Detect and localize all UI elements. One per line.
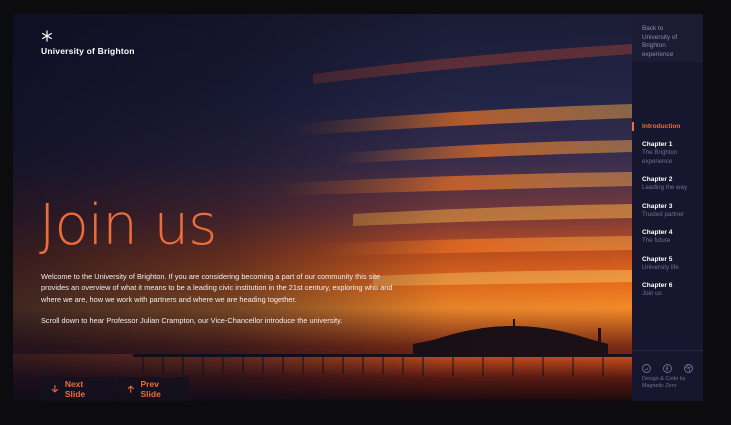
- intro-paragraph: Welcome to the University of Brighton. I…: [41, 272, 393, 304]
- social-footer: Design & Code by Magnetic Zero: [632, 350, 703, 401]
- back-link[interactable]: Back to University of Brighton experienc…: [632, 14, 703, 62]
- nav-chapter-subtitle: The future: [642, 237, 671, 244]
- page-title: Join us: [39, 193, 217, 258]
- nav-chapter-label: Chapter 1: [642, 141, 673, 148]
- nav-chapter-label: Chapter 5: [642, 255, 673, 263]
- brand-name: University of Brighton: [41, 46, 135, 56]
- intro-paragraph: Scroll down to hear Professor Julian Cra…: [41, 316, 343, 326]
- nav-chapter-subtitle: Leading the way: [642, 184, 688, 191]
- nav-chapter-subtitle: University life: [642, 263, 679, 271]
- nav-chapter-label: Chapter 3: [642, 202, 673, 210]
- nav-item-chapter-4[interactable]: Chapter 4 The future: [632, 228, 703, 246]
- nav-chapter-subtitle: Trusted partner: [642, 210, 685, 218]
- nav-item-chapter-1[interactable]: Chapter 1 The Brighton experience: [632, 140, 703, 166]
- university-logo[interactable]: University of Brighton: [41, 30, 135, 56]
- nav-chapter-subtitle: Join us: [642, 290, 662, 297]
- page-frame: University of Brighton Join us Welcome t…: [13, 14, 703, 401]
- nav-chapter-label: Chapter 6: [642, 282, 673, 289]
- nav-chapter-label: Chapter 4: [642, 229, 673, 236]
- social-icons: [632, 360, 703, 373]
- nav-chapter-label: Chapter 2: [642, 176, 673, 183]
- dribbble-icon[interactable]: [684, 360, 693, 373]
- chapter-sidebar: Back to University of Brighton experienc…: [632, 14, 703, 401]
- facebook-icon[interactable]: [663, 360, 672, 373]
- next-slide-label: Next Slide: [64, 379, 86, 399]
- chapter-nav: Introduction Chapter 1 The Brighton expe…: [632, 122, 703, 308]
- arrow-down-icon: [51, 385, 59, 393]
- prev-slide-button[interactable]: Prev Slide: [117, 377, 189, 401]
- nav-item-chapter-3[interactable]: Chapter 3 Trusted partner: [632, 202, 703, 220]
- nav-item-introduction[interactable]: Introduction: [632, 122, 703, 131]
- twitter-icon[interactable]: [642, 360, 651, 373]
- arrow-up-icon: [127, 385, 134, 393]
- nav-chapter-label: Introduction: [642, 123, 681, 130]
- next-slide-button[interactable]: Next Slide: [41, 377, 115, 401]
- credit-text: Design & Code by Magnetic Zero: [642, 376, 686, 390]
- nav-item-chapter-2[interactable]: Chapter 2 Leading the way: [632, 175, 703, 193]
- prev-slide-label: Prev Slide: [140, 379, 161, 399]
- nav-item-chapter-5[interactable]: Chapter 5 University life: [632, 255, 703, 273]
- nav-item-chapter-6[interactable]: Chapter 6 Join us: [632, 281, 703, 299]
- nav-chapter-subtitle: The Brighton experience: [642, 149, 678, 165]
- star-logo-icon: [42, 30, 52, 42]
- hero-section: University of Brighton Join us Welcome t…: [13, 14, 632, 401]
- intro-text: Welcome to the University of Brighton. I…: [41, 271, 406, 337]
